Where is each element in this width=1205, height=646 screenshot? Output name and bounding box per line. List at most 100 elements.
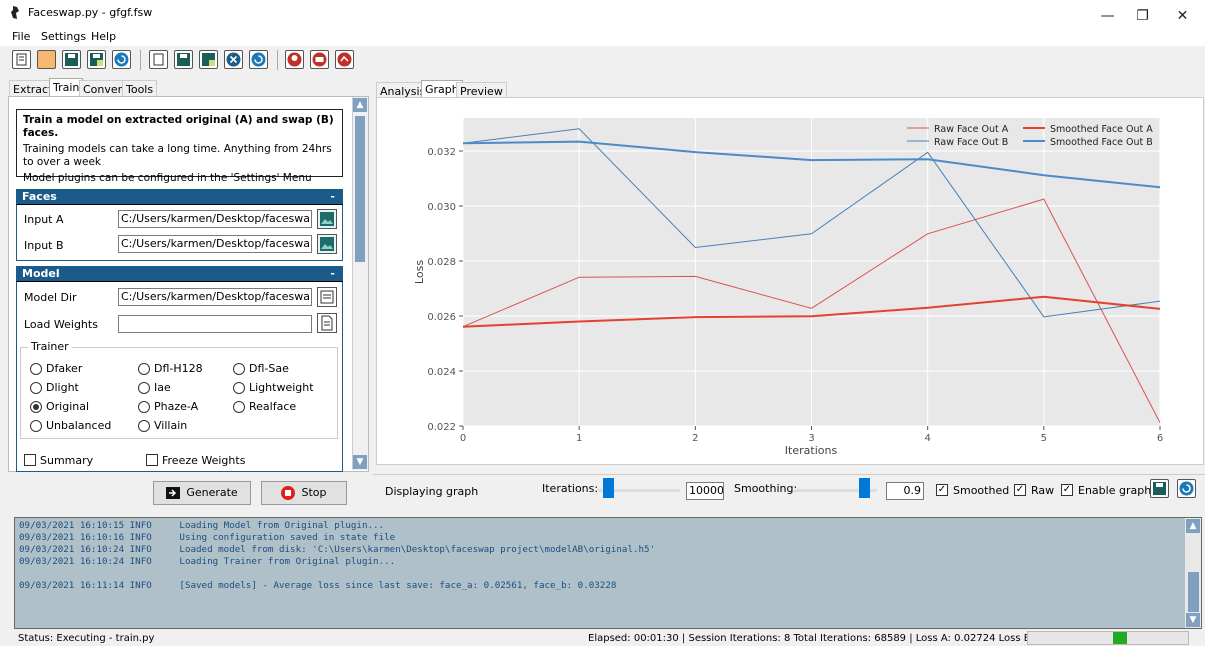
enable-graph-label: Enable graph [1078, 484, 1152, 497]
info-line-2: Model plugins can be configured in the '… [23, 172, 312, 184]
legend-label: Smoothed Face Out B [1050, 137, 1153, 148]
input-a-field[interactable]: C:/Users/karmen/Desktop/faceswap proj [118, 210, 312, 228]
log-line: 09/03/2021 16:10:15 INFO Loading Model f… [19, 520, 385, 531]
x-tick-label: 0 [460, 433, 466, 444]
y-tick-label: 0.026 [427, 312, 456, 323]
iterations-field[interactable]: 10000 [686, 482, 724, 500]
info-line-1: Training models can take a long time. An… [23, 143, 332, 168]
model-collapse-button[interactable]: - [330, 267, 335, 280]
scroll-up-icon[interactable]: ▲ [1186, 519, 1200, 533]
scroll-up-icon[interactable]: ▲ [353, 98, 367, 112]
radio-dlight[interactable] [30, 382, 42, 394]
radio-label: Phaze-A [154, 400, 199, 413]
summary-label: Summary [40, 454, 94, 467]
radio-villain[interactable] [138, 420, 150, 432]
load-weights-field[interactable] [118, 315, 312, 333]
github-icon[interactable] [335, 50, 354, 69]
smoothing-slider-thumb[interactable] [858, 478, 870, 498]
radio-dfl-sae[interactable] [233, 363, 245, 375]
browse-file-icon[interactable] [317, 313, 337, 333]
legend-label: Raw Face Out A [934, 124, 1009, 135]
faces-header-label: Faces [22, 190, 57, 203]
status-stats: Elapsed: 00:01:30 | Session Iterations: … [588, 633, 1079, 644]
reload-task-icon[interactable] [249, 50, 268, 69]
smoothed-checkbox[interactable]: ✓ [936, 484, 948, 496]
enable-graph-checkbox[interactable]: ✓ [1061, 484, 1073, 496]
menu-bar [0, 28, 1205, 46]
radio-realface[interactable] [233, 401, 245, 413]
log-scroll-thumb[interactable] [1188, 572, 1199, 612]
graph-panel: 0.022 0.024 0.026 0.028 0.030 0.032 0 1 2 3 4 5 6 It… [376, 97, 1204, 465]
radio-iae[interactable] [138, 382, 150, 394]
new-project-icon[interactable] [12, 50, 31, 69]
freeze-weights-checkbox[interactable] [146, 454, 158, 466]
save-graph-icon[interactable] [1150, 479, 1169, 498]
browse-folder-icon[interactable] [317, 287, 337, 307]
scroll-thumb[interactable] [355, 116, 365, 262]
scroll-down-icon[interactable]: ▼ [1186, 613, 1200, 627]
radio-lightweight[interactable] [233, 382, 245, 394]
browse-image-icon[interactable] [317, 234, 337, 254]
save-task-as-icon[interactable] [199, 50, 218, 69]
model-dir-label: Model Dir [24, 291, 77, 304]
status-text: Status: Executing - train.py [18, 633, 155, 644]
info-box: Train a model on extracted original (A) … [16, 109, 343, 184]
stop-button[interactable]: Stop [261, 481, 347, 505]
x-tick-label: 6 [1157, 433, 1163, 444]
toolbar-separator [140, 50, 141, 70]
y-tick-label: 0.032 [427, 147, 456, 158]
trainer-label: Trainer [28, 340, 72, 353]
iterations-slider-thumb[interactable] [602, 478, 614, 498]
y-tick-label: 0.028 [427, 257, 456, 268]
generate-button[interactable]: Generate [153, 481, 251, 505]
toolbar-separator [277, 50, 278, 70]
menu-help[interactable]: Help [91, 30, 116, 43]
forum-icon[interactable] [310, 50, 329, 69]
model-section-header[interactable]: Model - [16, 266, 343, 282]
radio-label: Dfaker [46, 362, 83, 375]
displaying-graph-label: Displaying graph [385, 485, 479, 498]
browse-image-icon[interactable] [317, 209, 337, 229]
smoothed-label: Smoothed [953, 484, 1010, 497]
y-tick-label: 0.030 [427, 202, 456, 213]
generate-label: Generate [186, 486, 238, 499]
new-task-icon[interactable] [149, 50, 168, 69]
model-dir-field[interactable]: C:/Users/karmen/Desktop/faceswap proj [118, 288, 312, 306]
save-task-icon[interactable] [174, 50, 193, 69]
log-line: 09/03/2021 16:10:24 INFO Loaded model fr… [19, 544, 656, 555]
input-b-field[interactable]: C:/Users/karmen/Desktop/faceswap proj [118, 235, 312, 253]
console-log[interactable]: 09/03/2021 16:10:15 INFO Loading Model f… [14, 517, 1202, 629]
radio-label: Iae [154, 381, 171, 394]
log-line: 09/03/2021 16:10:16 INFO Using configura… [19, 532, 396, 543]
raw-checkbox[interactable]: ✓ [1014, 484, 1026, 496]
radio-label: Dfl-H128 [154, 362, 203, 375]
menu-file[interactable]: File [12, 30, 30, 43]
radio-label: Villain [154, 419, 188, 432]
y-tick-label: 0.022 [427, 422, 456, 433]
open-folder-icon[interactable] [37, 50, 56, 69]
reload-icon[interactable] [112, 50, 131, 69]
summary-checkbox[interactable] [24, 454, 36, 466]
radio-unbalanced[interactable] [30, 420, 42, 432]
y-axis-label: Loss [413, 260, 426, 284]
donate-icon[interactable] [285, 50, 304, 69]
refresh-graph-icon[interactable] [1177, 479, 1196, 498]
save-as-icon[interactable] [87, 50, 106, 69]
save-icon[interactable] [62, 50, 81, 69]
info-heading: Train a model on extracted original (A) … [23, 114, 334, 139]
menu-settings[interactable]: Settings [41, 30, 86, 43]
radio-original[interactable] [30, 401, 42, 413]
scroll-down-icon[interactable]: ▼ [353, 455, 367, 469]
x-tick-label: 1 [576, 433, 582, 444]
faces-section-header[interactable]: Faces - [16, 189, 343, 205]
radio-phaze-a[interactable] [138, 401, 150, 413]
smoothing-label: Smoothing: [734, 482, 798, 495]
stop-icon [281, 486, 296, 500]
clear-task-icon[interactable] [224, 50, 243, 69]
radio-dfaker[interactable] [30, 363, 42, 375]
faces-collapse-button[interactable]: - [330, 190, 335, 203]
radio-label: Unbalanced [46, 419, 112, 432]
log-line: 09/03/2021 16:10:24 INFO Loading Trainer… [19, 556, 396, 567]
radio-dfl-h128[interactable] [138, 363, 150, 375]
smoothing-field[interactable]: 0.9 [886, 482, 924, 500]
